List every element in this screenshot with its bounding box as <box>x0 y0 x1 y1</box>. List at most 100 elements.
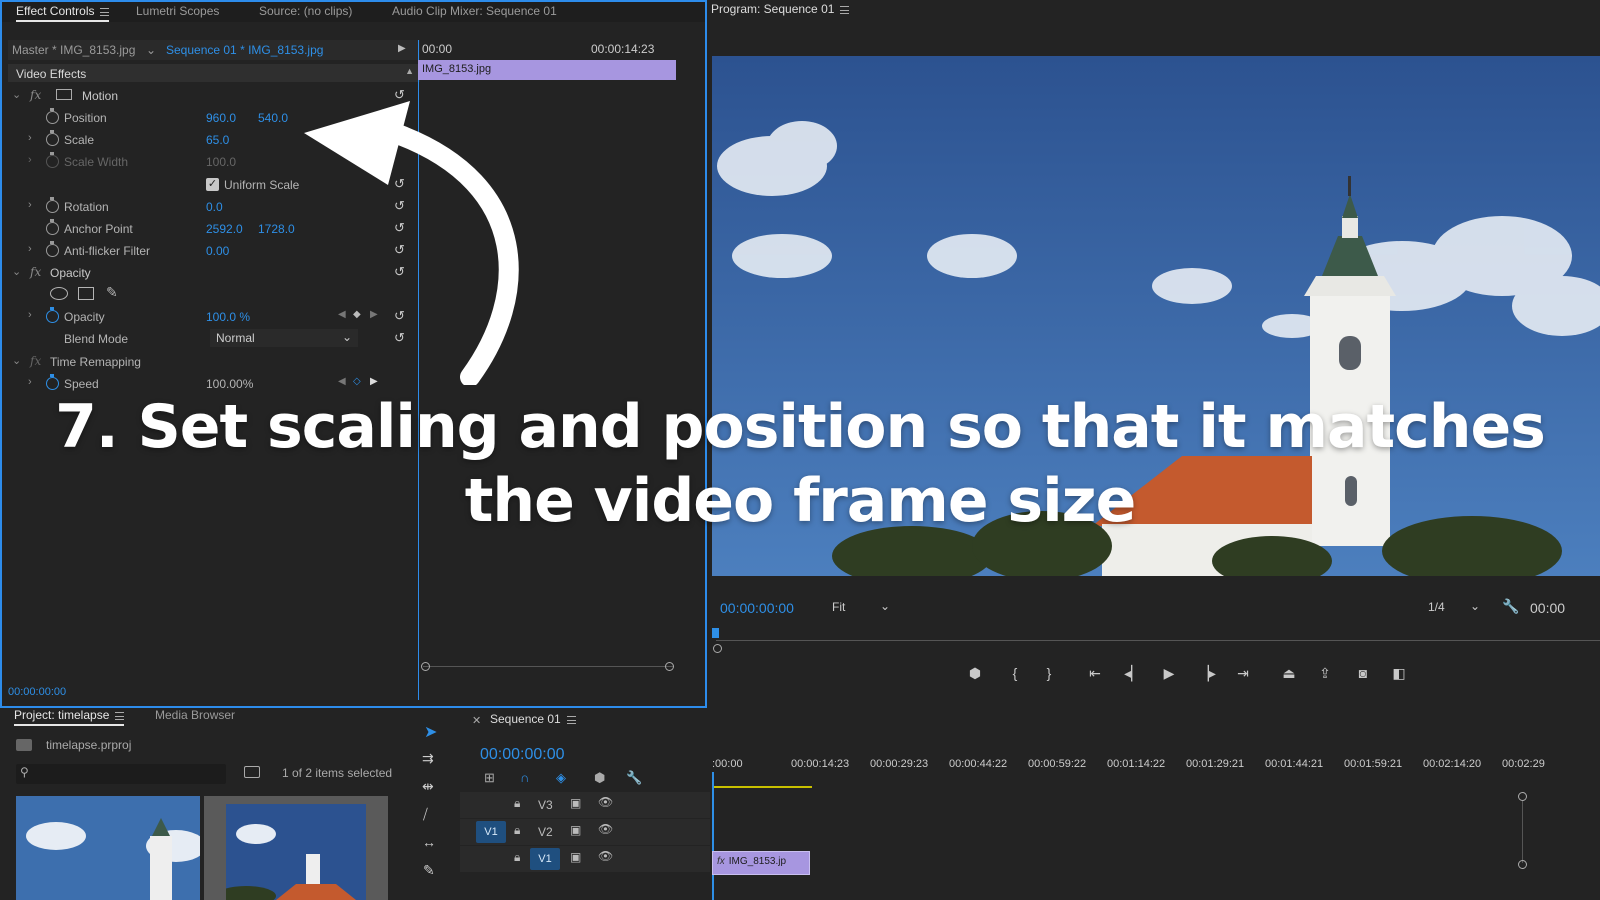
panel-menu-icon[interactable] <box>100 7 110 16</box>
resolution-dropdown[interactable]: 1/4 ⌄ <box>1422 598 1486 616</box>
project-thumbnail-2[interactable] <box>204 796 388 900</box>
project-search-input[interactable]: ⚲ <box>16 764 226 784</box>
source-patch-v1[interactable]: V1 <box>476 821 506 843</box>
stopwatch-icon[interactable] <box>46 241 59 257</box>
project-thumbnail-1[interactable] <box>16 796 200 900</box>
lift-icon[interactable]: ⏏ <box>1278 662 1300 684</box>
play-icon[interactable]: ▶ <box>1158 662 1180 684</box>
ec-zoom-bar[interactable] <box>423 666 673 667</box>
program-timecode[interactable]: 00:00:00:00 <box>720 600 794 616</box>
wrench-icon[interactable]: 🔧 <box>1502 598 1519 615</box>
track-label-v2[interactable]: V2 <box>538 825 553 839</box>
ripple-edit-tool-icon[interactable]: ⇹ <box>422 778 434 795</box>
linked-selection-icon[interactable]: ◈ <box>556 770 566 786</box>
sync-lock-icon[interactable]: ▣ <box>570 823 581 837</box>
track-label-v1[interactable]: V1 <box>530 848 560 870</box>
work-area-bar[interactable] <box>712 786 812 788</box>
stopwatch-icon[interactable] <box>46 219 59 235</box>
eye-icon[interactable]: 👁︎ <box>598 849 613 863</box>
stopwatch-icon[interactable] <box>46 374 59 390</box>
zoom-handle-right[interactable] <box>665 662 674 671</box>
razor-tool-icon[interactable]: ⧸ <box>423 806 428 823</box>
panel-menu-icon[interactable] <box>840 5 850 14</box>
nest-icon[interactable]: ⊞ <box>484 770 495 786</box>
program-monitor-title[interactable]: Program: Sequence 01 <box>711 2 850 16</box>
anchor-x-value[interactable]: 2592.0 <box>206 222 243 236</box>
uniform-scale-checkbox[interactable]: ✓ <box>206 178 219 191</box>
add-marker-icon[interactable]: ⬢ <box>594 770 605 786</box>
expand-chevron-icon[interactable]: ⌄ <box>12 354 21 367</box>
sequence-ruler[interactable]: :00:00 00:00:14:23 00:00:29:23 00:00:44:22 0… <box>712 756 1545 790</box>
program-playhead[interactable] <box>712 628 719 638</box>
new-bin-icon[interactable] <box>244 766 260 778</box>
sync-lock-icon[interactable]: ▣ <box>570 850 581 864</box>
compare-icon[interactable]: ◧ <box>1388 662 1410 684</box>
sequence-timecode[interactable]: 00:00:00:00 <box>480 746 565 764</box>
vertical-scrollbar[interactable] <box>1522 801 1523 863</box>
camera-icon[interactable]: ◙ <box>1352 662 1374 684</box>
step-back-icon[interactable]: ◂▏ <box>1122 662 1144 684</box>
speed-value[interactable]: 100.00% <box>206 377 253 391</box>
sync-lock-icon[interactable]: ▣ <box>570 796 581 810</box>
zoom-handle-left[interactable] <box>713 644 722 653</box>
opacity-value[interactable]: 100.0 % <box>206 310 250 324</box>
play-triangle-icon[interactable]: ▶ <box>398 43 406 54</box>
panel-menu-icon[interactable] <box>566 715 576 724</box>
fx-icon[interactable]: fx <box>30 265 41 279</box>
selection-tool-icon[interactable]: ➤ <box>424 722 437 742</box>
antiflicker-value[interactable]: 0.00 <box>206 244 229 258</box>
ec-clip-bar[interactable]: IMG_8153.jpg <box>418 60 676 80</box>
vertical-zoom-handle-top[interactable] <box>1518 792 1527 801</box>
pen-mask-icon[interactable]: ✎ <box>106 284 118 301</box>
mark-out-icon[interactable]: } <box>1038 662 1060 684</box>
expand-chevron-icon[interactable]: ⌄ <box>12 88 21 101</box>
stopwatch-icon[interactable] <box>46 197 59 213</box>
master-clip-label[interactable]: Master * IMG_8153.jpg <box>12 43 135 57</box>
position-x-value[interactable]: 960.0 <box>206 111 236 125</box>
tab-audio-clip-mixer[interactable]: Audio Clip Mixer: Sequence 01 <box>392 4 557 18</box>
zoom-handle-left[interactable] <box>421 662 430 671</box>
fx-icon[interactable]: fx <box>30 88 41 102</box>
go-to-in-icon[interactable]: ⇤ <box>1084 662 1106 684</box>
lock-icon[interactable]: 🔒︎ <box>514 796 520 811</box>
ec-timeline-ruler[interactable]: 00:00 00:00:14:23 <box>419 40 681 60</box>
tab-lumetri-scopes[interactable]: Lumetri Scopes <box>136 4 219 18</box>
go-to-out-icon[interactable]: ⇥ <box>1232 662 1254 684</box>
expand-chevron-icon[interactable]: ⌄ <box>12 265 21 278</box>
panel-menu-icon[interactable] <box>115 711 125 720</box>
rectangle-mask-icon[interactable] <box>78 287 94 300</box>
mark-in-icon[interactable]: { <box>1004 662 1026 684</box>
sequence-playhead[interactable] <box>712 772 714 900</box>
ec-footer-timecode[interactable]: 00:00:00:00 <box>8 686 66 698</box>
stopwatch-icon[interactable] <box>46 108 59 124</box>
track-label-v3[interactable]: V3 <box>538 798 553 812</box>
expand-chevron-icon[interactable]: › <box>28 309 32 321</box>
track-select-tool-icon[interactable]: ⇉ <box>422 750 434 767</box>
tab-source[interactable]: Source: (no clips) <box>259 4 352 18</box>
tab-sequence[interactable]: Sequence 01 <box>490 712 576 726</box>
pen-tool-icon[interactable]: ✎ <box>423 862 435 879</box>
tab-project[interactable]: Project: timelapse <box>14 708 125 726</box>
wrench-icon[interactable]: 🔧 <box>626 770 642 786</box>
vertical-zoom-handle-bottom[interactable] <box>1518 860 1527 869</box>
expand-chevron-icon[interactable]: › <box>28 376 32 388</box>
lock-icon[interactable]: 🔒︎ <box>514 850 520 865</box>
ellipse-mask-icon[interactable] <box>50 287 68 300</box>
collapse-up-icon[interactable]: ▲ <box>405 66 414 76</box>
eye-icon[interactable]: 👁︎ <box>598 795 613 809</box>
tab-media-browser[interactable]: Media Browser <box>155 708 235 722</box>
chevron-down-icon[interactable]: ⌄ <box>146 43 156 57</box>
scale-value[interactable]: 65.0 <box>206 133 229 147</box>
add-marker-icon[interactable]: ⬢ <box>964 662 986 684</box>
timeline-clip[interactable]: fx IMG_8153.jp <box>712 851 810 875</box>
stopwatch-icon[interactable] <box>46 307 59 323</box>
position-y-value[interactable]: 540.0 <box>258 111 288 125</box>
sequence-clip-label[interactable]: Sequence 01 * IMG_8153.jpg <box>166 43 323 57</box>
tab-effect-controls[interactable]: Effect Controls <box>16 4 110 22</box>
snap-icon[interactable]: ∩ <box>520 770 529 785</box>
slip-tool-icon[interactable]: ↔ <box>422 834 436 850</box>
stopwatch-icon[interactable] <box>46 130 59 146</box>
eye-icon[interactable]: 👁︎ <box>598 822 613 836</box>
close-icon[interactable]: ✕ <box>472 714 481 727</box>
program-scrub-bar[interactable] <box>716 640 1600 641</box>
